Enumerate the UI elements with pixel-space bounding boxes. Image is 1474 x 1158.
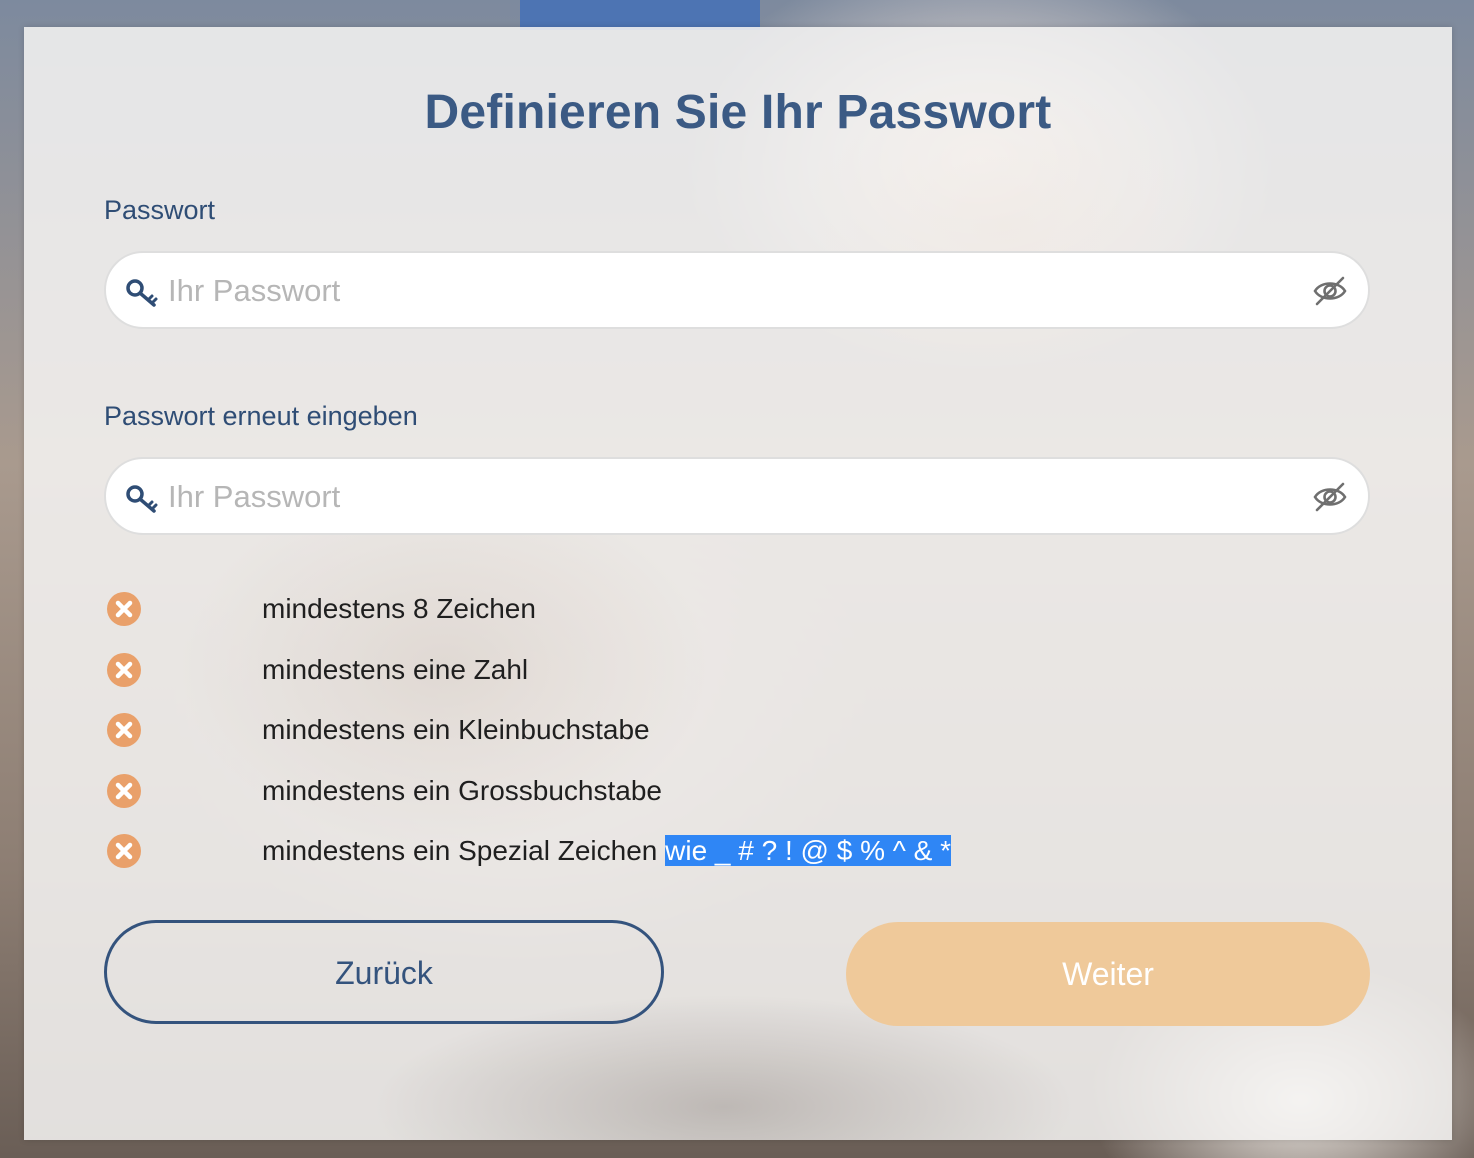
confirm-password-label: Passwort erneut eingeben — [104, 401, 418, 431]
x-circle-icon — [107, 774, 141, 808]
password-input[interactable] — [166, 253, 1290, 329]
rule-text: mindestens ein Kleinbuchstabe — [262, 714, 650, 745]
eye-slash-icon[interactable] — [1312, 481, 1348, 513]
x-circle-icon — [107, 653, 141, 687]
key-icon — [126, 279, 158, 307]
rule-special-char: mindestens ein Spezial Zeichen wie _ # ?… — [104, 831, 1304, 871]
key-icon — [126, 485, 158, 513]
x-circle-icon — [107, 713, 141, 747]
next-button[interactable]: Weiter — [846, 922, 1370, 1026]
rule-min-length: mindestens 8 Zeichen — [104, 589, 1304, 629]
password-card: Definieren Sie Ihr Passwort Passwort Pas… — [24, 27, 1452, 1140]
rule-text: mindestens eine Zahl — [262, 654, 529, 685]
eye-slash-icon[interactable] — [1312, 275, 1348, 307]
rule-number: mindestens eine Zahl — [104, 650, 1304, 690]
text-selection: wie _ # ? ! @ $ % ^ & * — [665, 835, 952, 866]
confirm-password-field[interactable] — [104, 457, 1370, 535]
rule-uppercase: mindestens ein Grossbuchstabe — [104, 771, 1304, 811]
rule-text: mindestens ein Spezial Zeichen wie _ # ?… — [262, 835, 952, 866]
x-circle-icon — [107, 592, 141, 626]
confirm-password-input[interactable] — [166, 459, 1290, 535]
rule-lowercase: mindestens ein Kleinbuchstabe — [104, 710, 1304, 750]
background-detail — [520, 0, 760, 30]
password-label: Passwort — [104, 195, 216, 225]
rule-text: mindestens ein Grossbuchstabe — [262, 775, 662, 806]
page-title: Definieren Sie Ihr Passwort — [424, 86, 1052, 139]
rule-text: mindestens 8 Zeichen — [262, 593, 536, 624]
x-circle-icon — [107, 834, 141, 868]
back-button[interactable]: Zurück — [104, 920, 664, 1024]
password-field[interactable] — [104, 251, 1370, 329]
